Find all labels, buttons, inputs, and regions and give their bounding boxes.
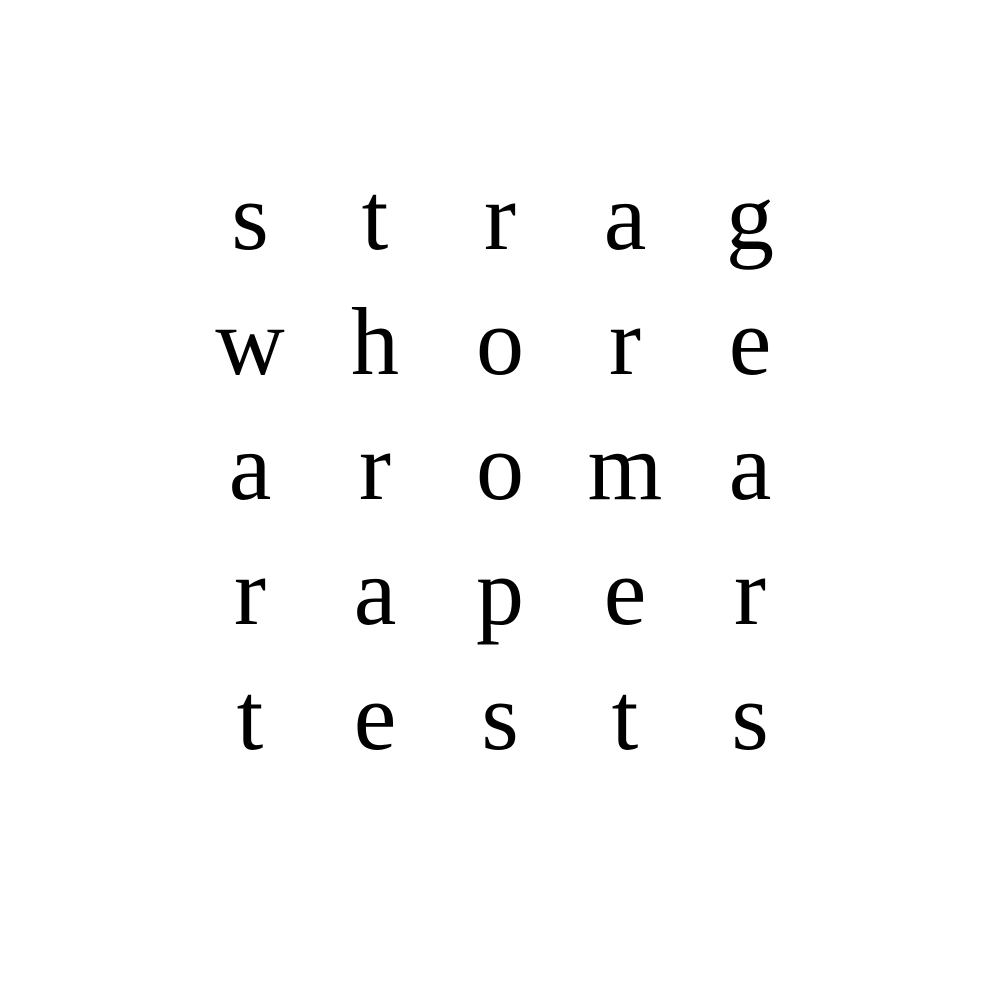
- letter-cell: t: [361, 163, 389, 270]
- letter-cell: r: [359, 413, 391, 520]
- letter-cell: a: [603, 163, 647, 270]
- letter-cell: a: [353, 538, 397, 645]
- letter-cell: t: [611, 663, 639, 770]
- letter-cell: a: [728, 413, 772, 520]
- letter-cell: r: [609, 288, 641, 395]
- letter-cell: o: [476, 413, 524, 520]
- letter-cell: h: [351, 288, 399, 395]
- letter-cell: s: [231, 163, 269, 270]
- letter-cell: m: [587, 413, 663, 520]
- letter-cell: e: [353, 663, 397, 770]
- letter-cell: s: [731, 663, 769, 770]
- letter-cell: s: [481, 663, 519, 770]
- letter-cell: a: [228, 413, 272, 520]
- letter-cell: e: [728, 288, 772, 395]
- letter-cell: t: [236, 663, 264, 770]
- letter-cell: r: [734, 538, 766, 645]
- letter-cell: g: [726, 163, 774, 270]
- letter-cell: r: [234, 538, 266, 645]
- letter-cell: w: [215, 288, 285, 395]
- letter-cell: e: [603, 538, 647, 645]
- letter-cell: p: [476, 538, 524, 645]
- letter-cell: o: [476, 288, 524, 395]
- letter-cell: r: [484, 163, 516, 270]
- word-square-grid: stragwhorearomarapertests: [0, 0, 1000, 1000]
